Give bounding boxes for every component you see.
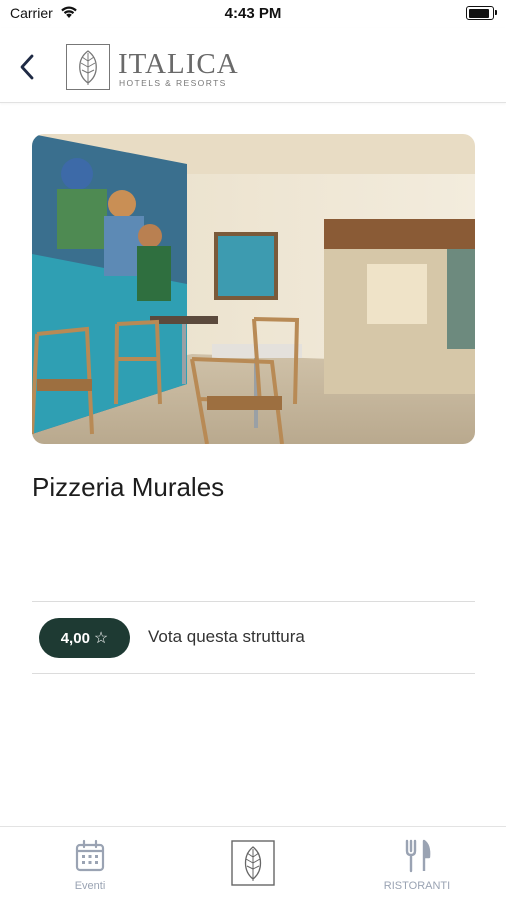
- chevron-left-icon: [20, 54, 34, 80]
- restaurant-name: Pizzeria Murales: [32, 472, 225, 502]
- rating-value: 4,00: [60, 629, 90, 647]
- logo-subtitle: HOTELS & RESORTS: [119, 78, 227, 88]
- italica-leaf-logo-icon: [231, 840, 275, 886]
- rate-structure-link[interactable]: Vota questa struttura: [148, 627, 305, 647]
- clock: 4:43 PM: [224, 5, 282, 22]
- tab-restaurants-label: RISTORANTI: [383, 880, 451, 892]
- divider-top: [32, 601, 475, 602]
- calendar-icon: [75, 839, 105, 872]
- tab-home[interactable]: [222, 827, 284, 901]
- star-icon: ☆: [93, 630, 109, 647]
- tab-events-label: Eventi: [74, 880, 106, 892]
- restaurant-photo: [32, 134, 475, 444]
- tab-bar: Eventi RISTORANTI: [0, 826, 506, 901]
- fork-knife-icon: [405, 839, 431, 873]
- logo-title: ITALICA: [118, 48, 239, 80]
- rating-badge[interactable]: 4,00 ☆: [39, 618, 130, 658]
- tab-restaurants[interactable]: RISTORANTI: [370, 827, 464, 901]
- restaurant-interior-image: [32, 134, 475, 444]
- back-button[interactable]: [14, 50, 42, 84]
- nav-header: ITALICA HOTELS & RESORTS: [0, 28, 506, 103]
- italica-logo: ITALICA HOTELS & RESORTS: [66, 44, 239, 92]
- status-bar: Carrier 4:43 PM: [0, 0, 506, 28]
- battery-icon: [466, 6, 497, 20]
- divider-bottom: [32, 673, 475, 674]
- tab-events[interactable]: Eventi: [55, 827, 125, 901]
- leaf-logo-icon: [66, 44, 110, 90]
